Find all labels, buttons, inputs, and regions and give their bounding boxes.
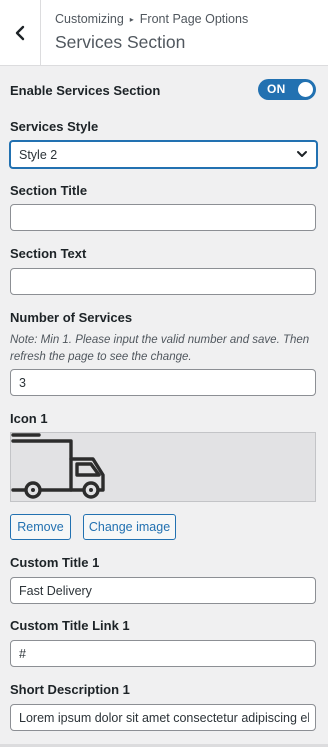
section-text-input[interactable] [10, 268, 316, 295]
breadcrumb-parent: Front Page Options [139, 12, 249, 26]
section-title-label: Section Title [10, 183, 88, 198]
page-title: Services Section [55, 32, 186, 52]
enable-services-toggle[interactable]: ON [258, 79, 316, 100]
custom-title-link-1-input[interactable]: # [10, 640, 316, 667]
toggle-knob [298, 82, 313, 97]
delivery-truck-icon [11, 433, 105, 499]
breadcrumb: Customizing ▸ Front Page Options [55, 12, 248, 26]
custom-title-1-value: Fast Delivery [19, 584, 92, 598]
short-description-1-input[interactable]: Lorem ipsum dolor sit amet consectetur a… [10, 704, 316, 731]
services-style-select[interactable]: Style 2 [10, 141, 317, 168]
chevron-down-icon [297, 151, 307, 157]
change-image-button[interactable]: Change image [83, 514, 176, 540]
services-style-label: Services Style [10, 119, 99, 134]
section-text-label: Section Text [10, 246, 87, 261]
icon-1-label: Icon 1 [10, 411, 48, 426]
toggle-state-text: ON [267, 82, 286, 96]
custom-title-1-label: Custom Title 1 [10, 555, 100, 570]
custom-title-link-1-label: Custom Title Link 1 [10, 618, 130, 633]
number-of-services-label: Number of Services [10, 310, 133, 325]
chevron-left-icon [15, 25, 25, 40]
number-of-services-value: 3 [19, 376, 26, 390]
back-button[interactable] [0, 0, 41, 65]
short-description-1-label: Short Description 1 [10, 682, 130, 697]
enable-services-label: Enable Services Section [10, 83, 161, 98]
remove-image-button[interactable]: Remove [10, 514, 71, 540]
number-of-services-note: Note: Min 1. Please input the valid numb… [10, 334, 310, 363]
custom-title-1-input[interactable]: Fast Delivery [10, 577, 316, 604]
short-description-1-value: Lorem ipsum dolor sit amet consectetur a… [19, 711, 309, 725]
section-title-input[interactable] [10, 204, 316, 231]
custom-title-link-1-value: # [19, 647, 26, 661]
services-style-value: Style 2 [19, 148, 58, 162]
breadcrumb-root: Customizing [55, 12, 124, 26]
icon-1-image-preview[interactable] [10, 432, 316, 502]
number-of-services-input[interactable]: 3 [10, 369, 316, 396]
breadcrumb-separator-icon: ▸ [129, 14, 134, 24]
customizer-header: Customizing ▸ Front Page Options Service… [0, 0, 328, 66]
